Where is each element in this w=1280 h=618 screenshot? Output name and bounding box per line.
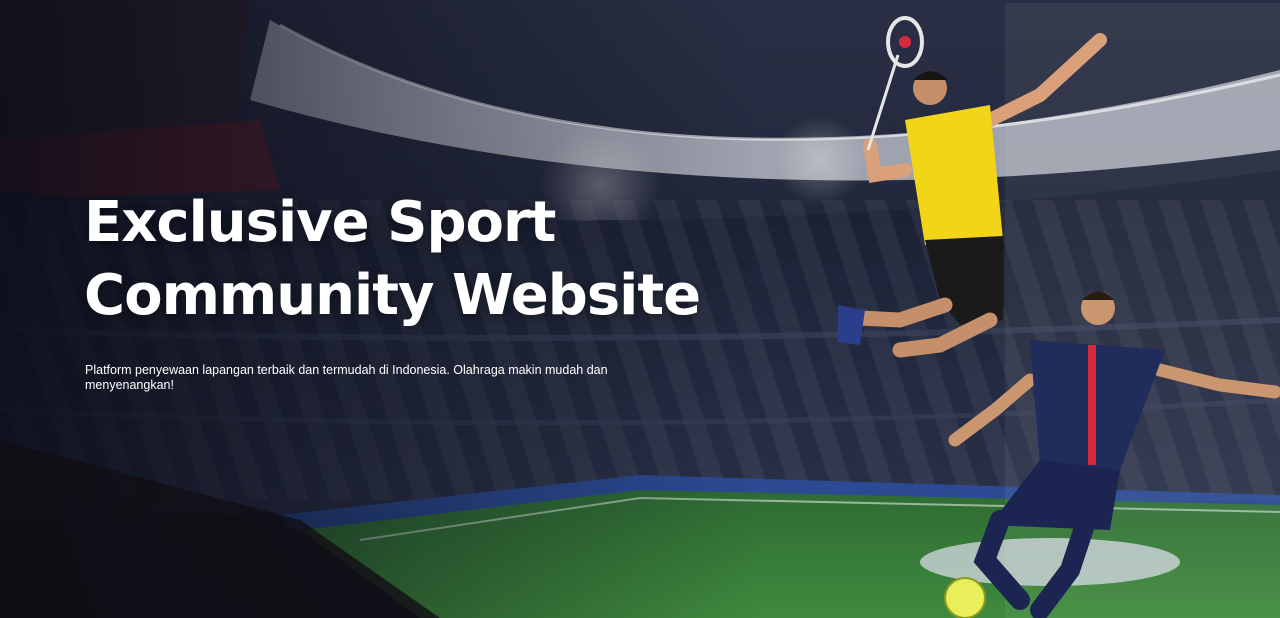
hero-section: Exclusive Sport Community Website Platfo…	[0, 0, 1280, 618]
hero-title: Exclusive Sport Community Website	[84, 186, 701, 332]
hero-subtitle: Platform penyewaan lapangan terbaik dan …	[85, 363, 608, 392]
hero-title-line-1: Exclusive Sport	[84, 190, 556, 255]
hero-title-line-2: Community Website	[84, 263, 701, 328]
